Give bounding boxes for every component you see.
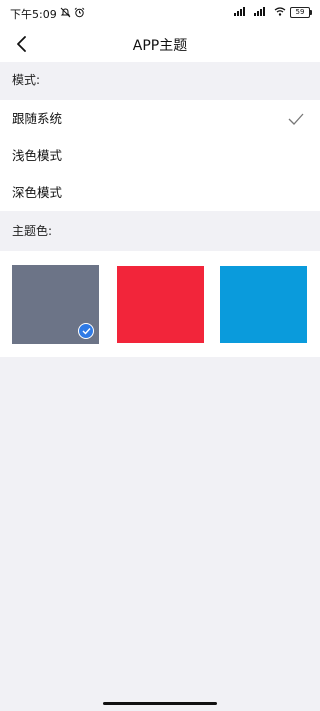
option-label: 深色模式	[12, 185, 63, 200]
mode-option-list: 跟随系统 浅色模式 深色模式	[0, 100, 320, 211]
color-section-label: 主题色:	[0, 213, 320, 249]
theme-color-swatch-gray[interactable]	[12, 265, 99, 344]
page-title: APP主题	[132, 38, 188, 54]
check-icon	[288, 113, 304, 125]
status-bar: 下午5:09 59	[0, 0, 320, 26]
theme-color-panel	[0, 251, 320, 357]
status-right: 59	[234, 7, 312, 18]
status-time: 下午5:09	[10, 8, 57, 21]
status-left: 下午5:09	[10, 6, 85, 22]
selected-check-icon	[78, 323, 94, 339]
theme-color-swatch-red[interactable]	[117, 266, 204, 343]
home-indicator	[103, 702, 217, 705]
app-theme-screen: 下午5:09 59 APP主题 模式: 跟随系统 浅色模式 深色模式 主题色:	[0, 0, 320, 711]
mode-option-follow-system[interactable]: 跟随系统	[0, 100, 320, 137]
mode-option-dark[interactable]: 深色模式	[0, 174, 320, 211]
battery-icon: 59	[290, 7, 312, 18]
alarm-icon	[74, 7, 85, 21]
option-label: 浅色模式	[12, 148, 63, 163]
cellular-signal-icon	[234, 7, 250, 18]
theme-color-swatch-blue[interactable]	[220, 266, 307, 343]
mode-section-label: 模式:	[0, 62, 320, 98]
cellular-signal-icon-2	[254, 7, 270, 18]
mode-option-light[interactable]: 浅色模式	[0, 137, 320, 174]
silent-mode-icon	[60, 7, 71, 21]
top-app-bar: APP主题	[0, 26, 320, 62]
option-label: 跟随系统	[12, 111, 63, 126]
wifi-icon	[274, 7, 286, 18]
